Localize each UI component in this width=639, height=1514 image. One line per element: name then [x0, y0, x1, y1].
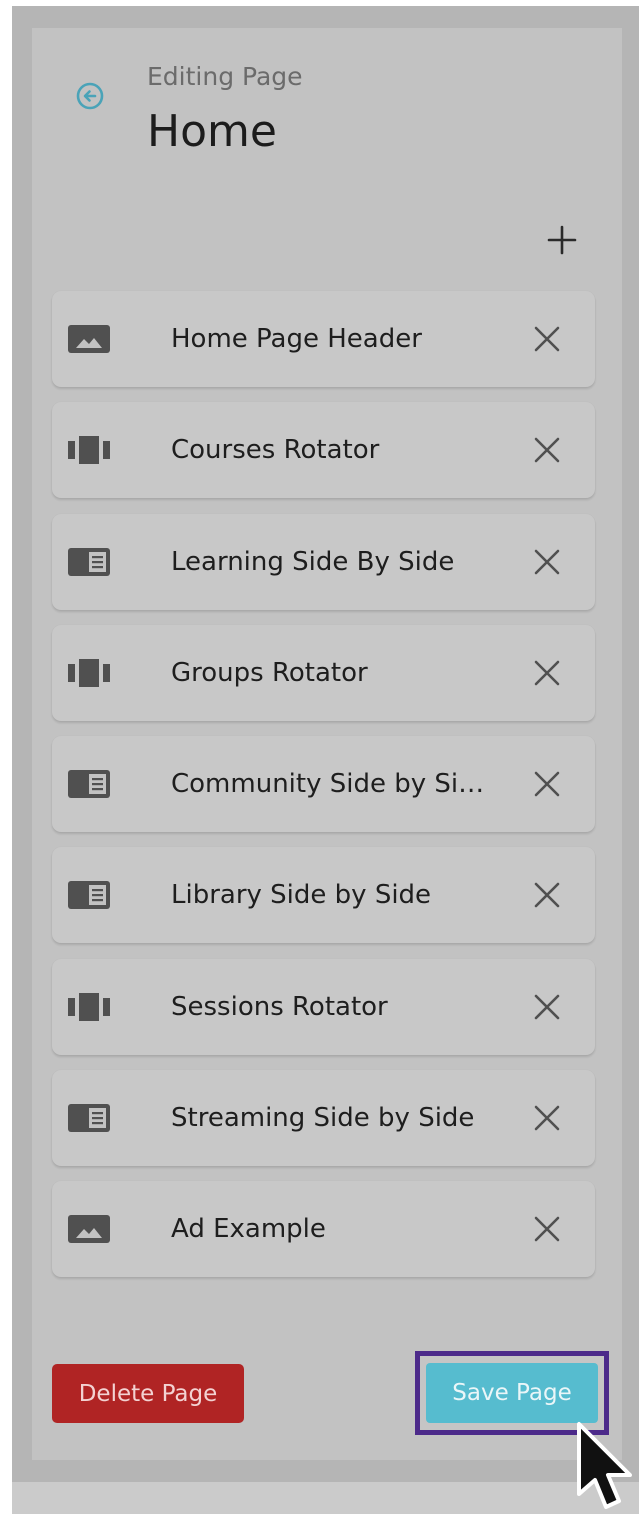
side-by-side-icon [66, 546, 112, 578]
plus-icon [547, 225, 577, 255]
remove-component-button[interactable] [529, 877, 565, 913]
component-label: Home Page Header [171, 324, 422, 354]
component-label: Learning Side By Side [171, 546, 455, 577]
side-by-side-icon [66, 768, 112, 800]
component-item[interactable]: Ad Example [52, 1181, 595, 1278]
component-label: Courses Rotator [171, 435, 380, 466]
mouse-pointer-icon [577, 1422, 632, 1509]
side-by-side-icon [66, 1102, 112, 1134]
add-component-button[interactable] [540, 218, 584, 262]
bottom-bar [12, 1482, 639, 1514]
component-label: Streaming Side by Side [171, 1103, 475, 1134]
image-icon [66, 323, 112, 355]
back-button[interactable] [70, 80, 110, 112]
component-item[interactable]: Learning Side By Side [52, 513, 595, 610]
close-icon [534, 549, 560, 574]
component-item[interactable]: Home Page Header [52, 291, 595, 387]
remove-component-button[interactable] [529, 432, 565, 468]
close-icon [534, 994, 560, 1020]
component-item[interactable]: Groups Rotator [52, 624, 595, 721]
page-title: Home [147, 106, 277, 157]
carousel-icon [66, 657, 112, 689]
component-item[interactable]: Courses Rotator [52, 402, 595, 499]
carousel-icon [66, 434, 112, 466]
carousel-icon [66, 991, 112, 1023]
component-item[interactable]: Sessions Rotator [52, 958, 595, 1055]
remove-component-button[interactable] [529, 544, 565, 580]
close-icon [534, 326, 560, 352]
close-icon [534, 1217, 560, 1242]
close-icon [534, 771, 560, 797]
side-by-side-icon [66, 879, 112, 911]
delete-page-button[interactable]: Delete Page [52, 1364, 244, 1423]
component-label: Groups Rotator [171, 657, 368, 688]
component-item[interactable]: Community Side by Si… [52, 736, 595, 833]
component-item[interactable]: Library Side by Side [52, 847, 595, 944]
remove-component-button[interactable] [529, 321, 565, 357]
remove-component-button[interactable] [529, 1100, 565, 1136]
component-label: Sessions Rotator [171, 991, 388, 1022]
component-label: Ad Example [171, 1214, 326, 1245]
remove-component-button[interactable] [529, 989, 565, 1025]
remove-component-button[interactable] [529, 1211, 565, 1247]
remove-component-button[interactable] [529, 766, 565, 802]
close-icon [534, 883, 560, 908]
image-icon [66, 1213, 112, 1245]
circle-arrow-left-icon [76, 82, 104, 110]
remove-component-button[interactable] [529, 655, 565, 691]
close-icon [534, 437, 560, 463]
component-list: Home Page Header Courses Rotator Learning … [52, 291, 595, 1293]
component-label: Community Side by Si… [171, 769, 485, 800]
close-icon [534, 1105, 560, 1131]
close-icon [534, 660, 560, 686]
component-item[interactable]: Streaming Side by Side [52, 1070, 595, 1167]
component-label: Library Side by Side [171, 880, 432, 911]
page-subtitle: Editing Page [147, 62, 303, 91]
save-page-button[interactable]: Save Page [426, 1363, 598, 1423]
